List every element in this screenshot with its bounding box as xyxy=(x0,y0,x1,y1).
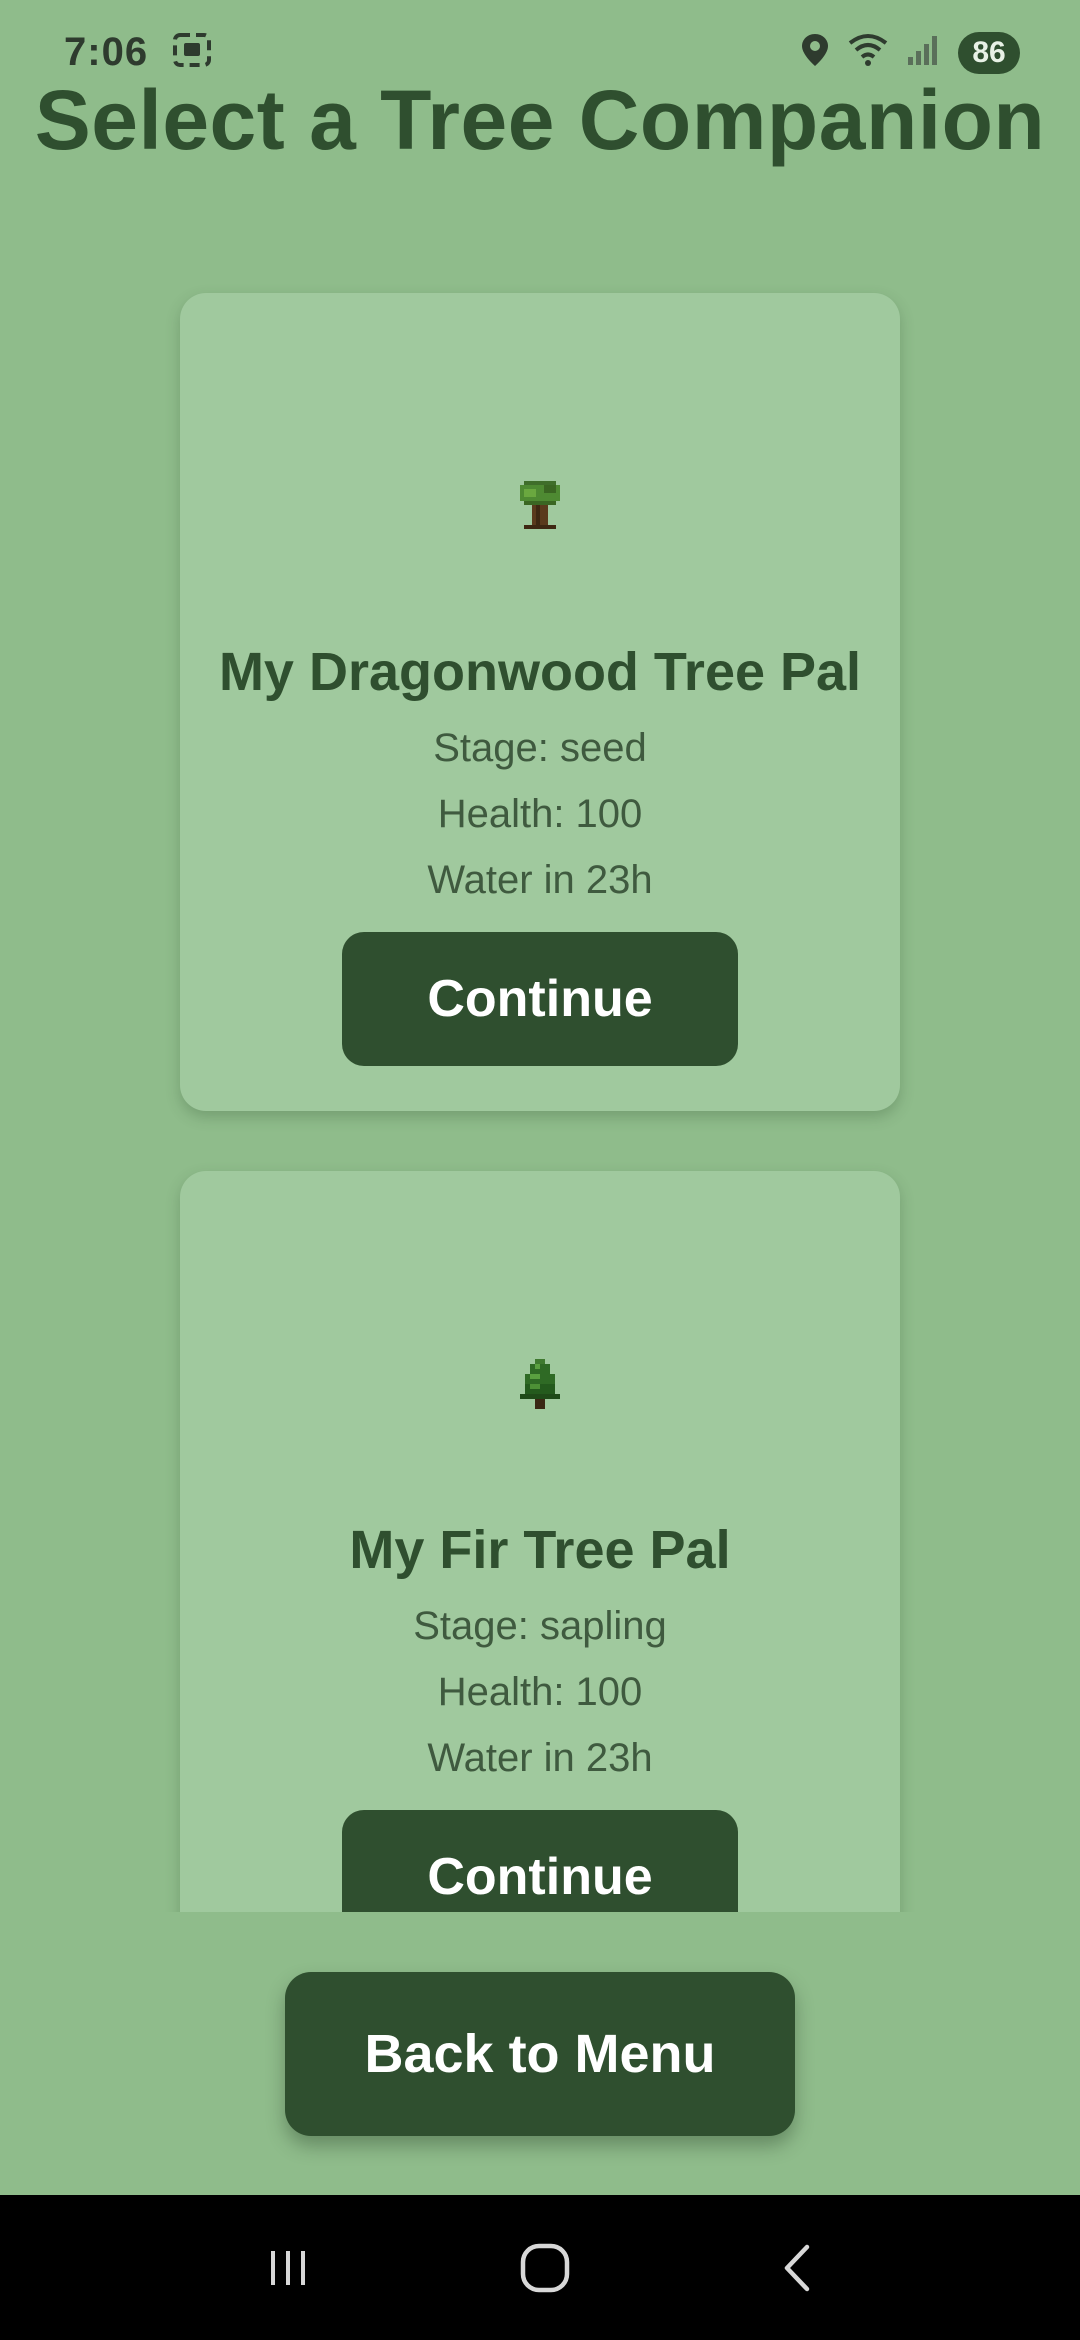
tree-card: My Dragonwood Tree Pal Stage: seed Healt… xyxy=(180,293,900,1111)
location-icon xyxy=(800,32,830,73)
tree-select-screen: 7:06 86 Select a Tree Companion My Drago… xyxy=(0,0,1080,2340)
recent-apps-icon[interactable] xyxy=(263,2243,313,2293)
dragonwood-tree-icon xyxy=(516,477,564,533)
system-nav-bar xyxy=(0,2195,1080,2340)
tree-water-timer: Water in 23h xyxy=(427,1736,653,1780)
back-icon[interactable] xyxy=(777,2241,817,2295)
tree-name: My Dragonwood Tree Pal xyxy=(218,642,862,702)
continue-button[interactable]: Continue xyxy=(342,932,738,1066)
tree-card: My Fir Tree Pal Stage: sapling Health: 1… xyxy=(180,1171,900,1912)
page-title: Select a Tree Companion xyxy=(34,73,1046,167)
tree-stage: Stage: sapling xyxy=(413,1604,667,1648)
tree-health: Health: 100 xyxy=(437,792,643,836)
home-icon[interactable] xyxy=(518,2241,572,2295)
tree-water-timer: Water in 23h xyxy=(427,858,653,902)
tree-stage: Stage: seed xyxy=(433,726,647,770)
tree-list[interactable]: My Dragonwood Tree Pal Stage: seed Healt… xyxy=(0,230,1080,1912)
back-to-menu-button[interactable]: Back to Menu xyxy=(285,1972,795,2136)
battery-indicator: 86 xyxy=(958,31,1020,74)
continue-button[interactable]: Continue xyxy=(342,1810,738,1912)
wifi-icon xyxy=(848,33,888,72)
fir-tree-icon xyxy=(520,1359,560,1409)
screenshot-icon xyxy=(172,32,212,73)
status-time: 7:06 xyxy=(64,30,149,74)
signal-icon xyxy=(906,33,940,72)
tree-name: My Fir Tree Pal xyxy=(349,1520,731,1580)
tree-health: Health: 100 xyxy=(437,1670,643,1714)
